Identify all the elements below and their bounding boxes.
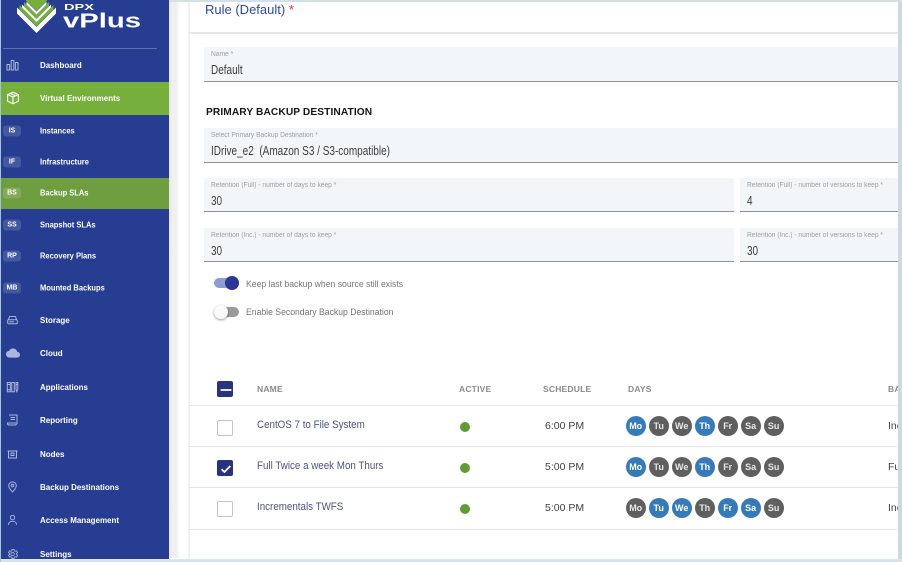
svg-text:vPlus: vPlus [63,10,141,33]
